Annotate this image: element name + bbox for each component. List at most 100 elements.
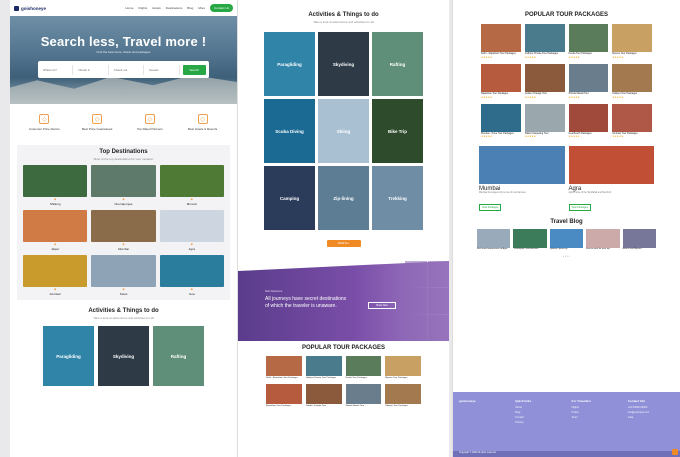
blog-post-title[interactable]: Sydney Opera trip: [550, 248, 583, 251]
activity-card[interactable]: Skydiving: [98, 326, 149, 386]
footer-link[interactable]: Blog: [515, 411, 561, 414]
package-image[interactable]: [524, 24, 565, 52]
blog-image[interactable]: [586, 229, 620, 249]
package-image[interactable]: [481, 24, 521, 52]
package-title[interactable]: Golden Triangle Tour: [306, 405, 342, 408]
package-card[interactable]: Mysore Tour Packages: [385, 356, 421, 380]
nav-link-destinations[interactable]: Destinations: [166, 6, 183, 10]
view-packages-button[interactable]: View Packages: [568, 204, 591, 212]
nav-link-more[interactable]: More: [198, 6, 205, 10]
checkin-field[interactable]: Check in: [76, 64, 109, 75]
package-title[interactable]: Rajasthan Tour Packages: [266, 405, 302, 408]
view-all-button[interactable]: VIEW ALL: [326, 240, 361, 247]
package-card[interactable]: Rajasthan Tour Packages: [266, 383, 302, 408]
footer-link[interactable]: Hotels: [572, 411, 618, 414]
blog-post-title[interactable]: Best travel experiences at Agra: [477, 248, 510, 251]
package-image[interactable]: [266, 383, 302, 404]
destination-card[interactable]: ◆ Agra: [159, 210, 224, 251]
package-card[interactable]: Kerala Tour Packages: [345, 356, 382, 380]
package-image[interactable]: [385, 356, 421, 376]
destination-image[interactable]: [159, 210, 224, 242]
destination-image[interactable]: [159, 255, 224, 287]
blog-image[interactable]: [513, 229, 547, 249]
package-title[interactable]: Jodhpur Private Tour Packages: [306, 377, 342, 380]
package-image[interactable]: [524, 63, 565, 92]
search-button[interactable]: Search: [182, 64, 207, 75]
featured-package-card[interactable]: Agra Agra, home of the Taj Mahal and Red …: [568, 146, 654, 213]
package-card[interactable]: Golden Triangle Tour ★★★★★: [524, 63, 565, 99]
destination-image[interactable]: [159, 165, 224, 197]
blog-post-title[interactable]: Travelogue: Goa beaches: [513, 248, 546, 251]
activity-card[interactable]: Rafting: [372, 32, 423, 96]
featured-package-card[interactable]: Mumbai Mumbai the largest city is one of …: [479, 146, 565, 213]
destination-card[interactable]: ◆ Jaipur: [23, 210, 88, 251]
package-card[interactable]: Mysore Tour Packages ★★★★★: [612, 24, 652, 59]
activity-card[interactable]: Scuba Diving: [264, 99, 315, 163]
featured-image[interactable]: [479, 146, 565, 185]
destination-image[interactable]: [91, 165, 156, 197]
package-card[interactable]: Goa Beach Packages ★★★★★: [568, 103, 609, 138]
package-image[interactable]: [305, 356, 342, 376]
package-card[interactable]: Jodhpur Private Tour Packages: [305, 356, 342, 380]
guests-field[interactable]: Guests: [147, 64, 180, 75]
package-card[interactable]: Jodhpur Private Tour Packages ★★★★★: [524, 24, 565, 59]
activity-card[interactable]: Zip-lining: [318, 166, 369, 230]
destination-card[interactable]: ◆ Munnar: [159, 165, 224, 206]
destination-image[interactable]: [91, 210, 156, 242]
carousel-dots[interactable]: • • • •: [453, 254, 680, 258]
destination-image[interactable]: [23, 210, 88, 242]
package-card[interactable]: Amritsar Tour Packages ★★★★★: [612, 103, 652, 138]
nav-link-flights[interactable]: Flights: [138, 6, 147, 10]
destination-image[interactable]: [23, 165, 88, 197]
destination-image[interactable]: [91, 255, 156, 287]
activity-card[interactable]: Camping: [264, 166, 315, 230]
package-card[interactable]: Shimla Manali Tour ★★★★★: [568, 63, 609, 99]
blog-post-title[interactable]: How to visit Mysore: [623, 248, 656, 251]
package-title[interactable]: Kerala Tour Packages: [346, 377, 382, 380]
package-card[interactable]: Rajasthan Tour Packages ★★★★★: [481, 63, 521, 99]
package-card[interactable]: Udaipur Tour Packages: [385, 383, 421, 408]
back-to-top-button[interactable]: [672, 449, 678, 455]
package-image[interactable]: [345, 383, 382, 404]
package-image[interactable]: [305, 383, 342, 404]
blog-post[interactable]: How to visit Mysore: [622, 229, 656, 251]
package-title[interactable]: Delhi - Rajasthan Tour Packages: [266, 377, 302, 380]
package-card[interactable]: Golden Triangle Tour: [305, 383, 342, 408]
blog-post[interactable]: Sydney Opera trip: [549, 229, 584, 251]
blog-image[interactable]: [477, 229, 511, 249]
destination-card[interactable]: ◆ Mumbai: [91, 210, 156, 251]
footer-link[interactable]: Contact: [515, 416, 561, 419]
package-image[interactable]: [568, 103, 609, 132]
nav-link-home[interactable]: Home: [125, 6, 133, 10]
destination-card[interactable]: ◆ Goa: [159, 255, 224, 296]
footer-contact[interactable]: info@example.com: [628, 411, 674, 414]
package-title[interactable]: Shimla Manali Tour: [346, 405, 382, 408]
footer-link[interactable]: About: [515, 406, 561, 409]
package-image[interactable]: [481, 63, 521, 92]
destination-card[interactable]: ◆ Cherrapunjee: [91, 165, 156, 206]
checkout-field[interactable]: Check out: [112, 64, 145, 75]
package-card[interactable]: Mumbai - Pune Tour Packages ★★★★★: [481, 103, 521, 138]
blog-post[interactable]: How to pack for your trip: [586, 229, 620, 251]
package-image[interactable]: [612, 103, 652, 132]
activity-card[interactable]: Paragliding: [43, 326, 94, 386]
package-title[interactable]: Udaipur Tour Packages: [385, 405, 421, 408]
blog-image[interactable]: [549, 229, 584, 249]
blog-post[interactable]: Travelogue: Goa beaches: [513, 229, 547, 251]
footer-logo[interactable]: goishoneye: [459, 399, 505, 403]
activity-card[interactable]: Skiing: [318, 99, 369, 163]
package-image[interactable]: [266, 356, 302, 376]
package-image[interactable]: [612, 24, 652, 52]
package-image[interactable]: [612, 63, 652, 92]
destination-card[interactable]: ◆ Shillong: [23, 165, 88, 206]
package-card[interactable]: Shimla Manali Tour: [345, 383, 382, 408]
featured-image[interactable]: [568, 146, 654, 185]
package-image[interactable]: [345, 356, 382, 376]
destination-card[interactable]: ◆ Amritsar: [23, 255, 88, 296]
package-card[interactable]: Sikkim Darjeeling Tour ★★★★★: [524, 103, 565, 138]
activity-card[interactable]: Bike Trip: [372, 99, 423, 163]
nav-link-hotels[interactable]: Hotels: [152, 6, 161, 10]
nav-link-blog[interactable]: Blog: [187, 6, 193, 10]
blog-post-title[interactable]: How to pack for your trip: [586, 248, 619, 251]
blog-image[interactable]: [622, 229, 656, 249]
